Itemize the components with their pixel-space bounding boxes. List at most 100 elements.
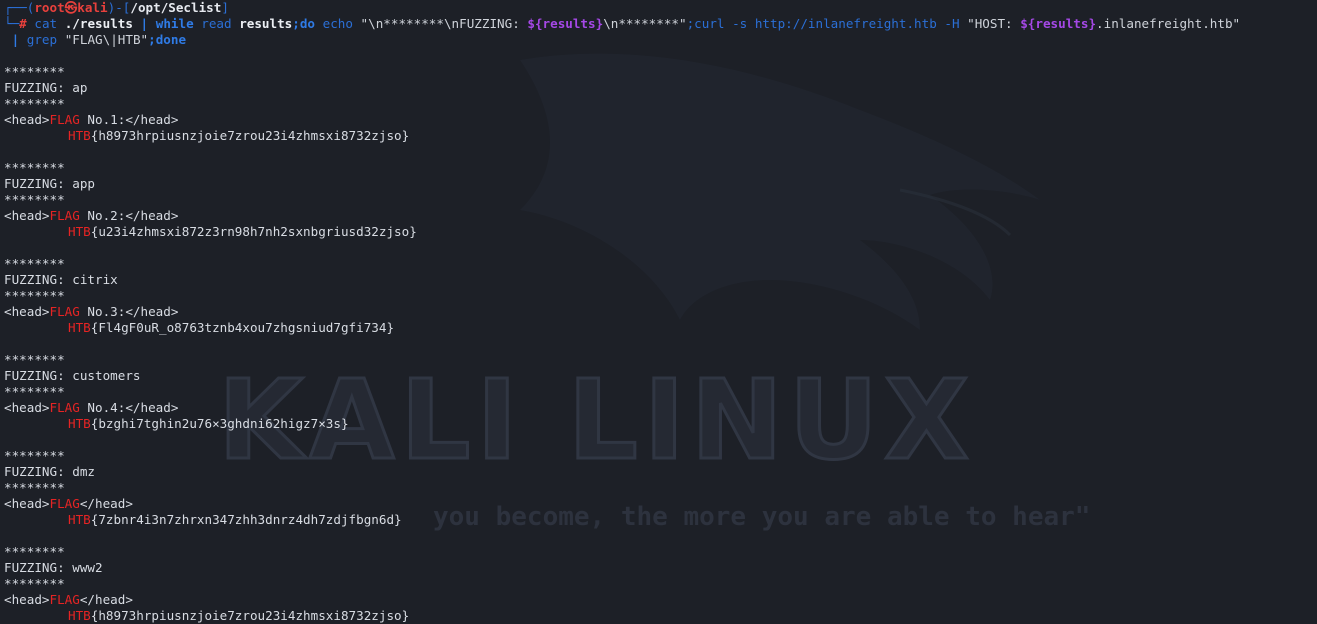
cmd-echo-var: ${results} [527, 16, 604, 31]
head-close: No.3:</head> [79, 304, 179, 319]
fuzz-line: FUZZING: dmz [4, 464, 1317, 480]
fuzz-label: FUZZING: [4, 368, 73, 383]
separator-line: ******** [4, 448, 1317, 464]
fuzz-subdomain: citrix [72, 272, 118, 287]
fuzz-label: FUZZING: [4, 272, 73, 287]
separator-line: ******** [4, 192, 1317, 208]
cmd-do: ;do [292, 16, 316, 31]
htb-keyword: HTB [68, 608, 91, 623]
fuzz-subdomain: dmz [72, 464, 95, 479]
separator-text: ******** [4, 544, 65, 559]
head-line: <head>FLAG</head> [4, 592, 1317, 608]
fuzz-label: FUZZING: [4, 176, 73, 191]
head-close: </head> [79, 592, 133, 607]
fuzz-line: FUZZING: ap [4, 80, 1317, 96]
fuzz-result: ******** FUZZING: customers ******** <he… [4, 352, 1317, 448]
htb-line: HTB{h8973hrpiusnzjoie7zrou23i4zhmsxi8732… [4, 128, 1317, 144]
fuzz-result: ******** FUZZING: citrix ******** <head>… [4, 256, 1317, 352]
head-close: No.1:</head> [79, 112, 179, 127]
command-line-2[interactable]: | grep "FLAG\|HTB";done [4, 32, 1317, 48]
cmd-done: ;done [148, 32, 187, 47]
separator-line: ******** [4, 256, 1317, 272]
separator-text: ******** [4, 64, 65, 79]
flag-value: {bzghi7tghin2u76×3ghdni62higz7×3s} [90, 416, 349, 431]
flag-value: {h8973hrpiusnzjoie7zrou23i4zhmsxi8732zjs… [90, 128, 410, 143]
cmd-echo: echo [322, 16, 353, 31]
htb-line: HTB{7zbnr4i3n7zhrxn347zhh3dnrz4dh7zdjfbg… [4, 512, 1317, 528]
separator-text: ******** [4, 480, 65, 495]
fuzz-result: ******** FUZZING: www2 ******** <head>FL… [4, 544, 1317, 624]
separator-text: ******** [4, 256, 65, 271]
htb-line: HTB{u23i4zhmsxi872z3rn98h7nh2sxnbgriusd3… [4, 224, 1317, 240]
prompt-frame-end: ] [221, 0, 229, 15]
htb-keyword: HTB [68, 512, 91, 527]
separator-line: ******** [4, 288, 1317, 304]
fuzz-line: FUZZING: app [4, 176, 1317, 192]
htb-line: HTB{bzghi7tghin2u76×3ghdni62higz7×3s} [4, 416, 1317, 432]
separator-text: ******** [4, 160, 65, 175]
head-line: <head>FLAG No.4:</head> [4, 400, 1317, 416]
fuzz-result: ******** FUZZING: ap ******** <head>FLAG… [4, 64, 1317, 160]
prompt-user: root㉿kali [34, 0, 108, 15]
fuzz-result: ******** FUZZING: dmz ******** <head>FLA… [4, 448, 1317, 544]
separator-line: ******** [4, 96, 1317, 112]
cmd-while: while [155, 16, 194, 31]
separator-line: ******** [4, 352, 1317, 368]
terminal-window[interactable]: KALI LINUX you become, the more you are … [0, 0, 1317, 624]
prompt-frame-top: ┌──( [4, 0, 35, 15]
head-open: <head> [4, 112, 50, 127]
htb-line: HTB{Fl4gF0uR_o8763tznb4xou7zhgsniud7gfi7… [4, 320, 1317, 336]
cmd-header-str-1: "HOST: [967, 16, 1021, 31]
cmd-pipe-2: | [4, 32, 20, 47]
fuzz-label: FUZZING: [4, 464, 73, 479]
cmd-echo-str-2: \n********" [603, 16, 687, 31]
head-close: No.2:</head> [79, 208, 179, 223]
head-open: <head> [4, 592, 50, 607]
head-line: <head>FLAG No.1:</head> [4, 112, 1317, 128]
prompt-frame-bottom: └─ [4, 16, 20, 31]
htb-keyword: HTB [68, 224, 91, 239]
separator-text: ******** [4, 352, 65, 367]
htb-keyword: HTB [68, 320, 91, 335]
cmd-curl: ;curl -s http://inlanefreight.htb -H [686, 16, 968, 31]
prompt-cwd: /opt/Seclist [130, 0, 222, 15]
cmd-pipe: | [140, 16, 149, 31]
prompt-line: ┌──(root㉿kali)-[/opt/Seclist] [4, 0, 1317, 16]
flag-keyword: FLAG [49, 112, 80, 127]
cmd-var-name: results [239, 16, 293, 31]
separator-line: ******** [4, 384, 1317, 400]
command-line-1[interactable]: └─# cat ./results | while read results;d… [4, 16, 1317, 32]
fuzz-subdomain: www2 [72, 560, 103, 575]
flag-value: {u23i4zhmsxi872z3rn98h7nh2sxnbgriusd32zj… [90, 224, 417, 239]
cmd-file: ./results [64, 16, 133, 31]
head-line: <head>FLAG No.3:</head> [4, 304, 1317, 320]
flag-keyword: FLAG [49, 592, 80, 607]
fuzz-subdomain: customers [72, 368, 141, 383]
fuzz-line: FUZZING: customers [4, 368, 1317, 384]
head-close: </head> [79, 496, 133, 511]
separator-line: ******** [4, 544, 1317, 560]
flag-keyword: FLAG [49, 208, 80, 223]
fuzz-label: FUZZING: [4, 80, 73, 95]
cmd-cat: cat [34, 16, 58, 31]
cmd-echo-str-1: "\n********\nFUZZING: [360, 16, 528, 31]
cmd-grep-pattern: "FLAG\|HTB" [64, 32, 149, 47]
separator-text: ******** [4, 288, 65, 303]
htb-keyword: HTB [68, 416, 91, 431]
separator-text: ******** [4, 576, 65, 591]
head-open: <head> [4, 400, 50, 415]
terminal-output: ┌──(root㉿kali)-[/opt/Seclist] └─# cat ./… [4, 0, 1317, 624]
head-open: <head> [4, 496, 50, 511]
flag-keyword: FLAG [49, 400, 80, 415]
fuzz-label: FUZZING: [4, 560, 73, 575]
cmd-read: read [201, 16, 232, 31]
results-list: ******** FUZZING: ap ******** <head>FLAG… [4, 64, 1317, 624]
prompt-hash: # [19, 16, 27, 31]
flag-keyword: FLAG [49, 496, 80, 511]
flag-keyword: FLAG [49, 304, 80, 319]
separator-text: ******** [4, 448, 65, 463]
